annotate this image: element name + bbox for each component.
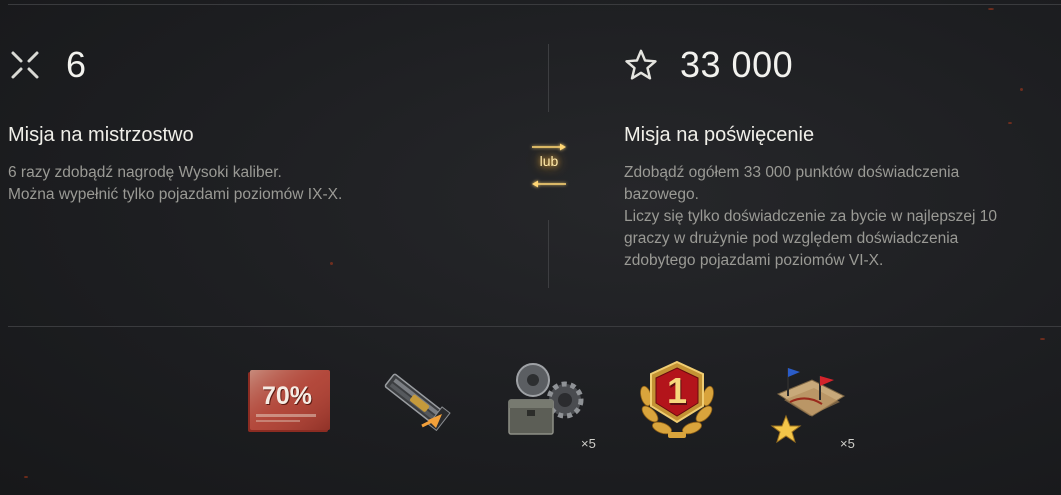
reward-rank-medal[interactable]: 1	[632, 356, 722, 446]
reward-discount-coupon[interactable]: 70%	[242, 356, 332, 446]
crossed-swords-icon	[8, 48, 42, 82]
battle-count-stat: 6	[8, 44, 87, 86]
mission-description: Zdobądź ogółem 33 000 punktów doświadcze…	[624, 162, 997, 272]
maps-flags-icon	[770, 368, 846, 444]
top-divider	[8, 4, 1061, 5]
discount-label: 70%	[262, 382, 313, 410]
ember-particle	[1008, 122, 1012, 124]
description-line: 6 razy zdobądź nagrodę Wysoki kaliber.	[8, 164, 282, 181]
ember-particle	[1020, 88, 1023, 91]
mission-description: 6 razy zdobądź nagrodę Wysoki kaliber. M…	[8, 162, 342, 206]
description-line: bazowego.	[624, 186, 699, 203]
xp-stat: 33 000	[624, 44, 793, 86]
rewards-row: 70% ×5 1 ×5	[0, 356, 1061, 451]
or-label: lub	[539, 153, 559, 169]
medal-rank-label: 1	[666, 370, 688, 411]
battle-count-value: 6	[66, 44, 87, 85]
star-outline-icon	[624, 48, 658, 82]
description-line: Liczy się tylko doświadczenie za bycie w…	[624, 208, 998, 225]
reward-quantity: ×5	[581, 436, 596, 451]
reward-battle-maps[interactable]: ×5	[766, 356, 856, 451]
mission-title: Misja na poświęcenie	[624, 124, 815, 146]
or-separator: lub	[524, 140, 574, 192]
description-line: zdobytego pojazdami poziomów VI-X.	[624, 252, 884, 269]
ember-particle	[24, 476, 28, 478]
ember-particle	[1040, 338, 1045, 340]
rammer-equipment-icon	[384, 373, 451, 432]
section-divider	[8, 326, 1061, 327]
reward-equipment-crate[interactable]: ×5	[503, 356, 596, 451]
description-line: graczy w drużynie pod względem doświadcz…	[624, 230, 959, 247]
reward-improved-rammer[interactable]	[370, 356, 460, 446]
description-line: Można wypełnić tylko pojazdami poziomów …	[8, 186, 343, 203]
description-line: Zdobądź ogółem 33 000 punktów doświadcze…	[624, 164, 960, 181]
xp-value: 33 000	[680, 44, 794, 85]
crate-gears-icon	[508, 363, 584, 435]
ember-particle	[330, 262, 333, 265]
ember-particle	[988, 8, 994, 10]
vertical-divider-top	[548, 44, 549, 112]
reward-quantity: ×5	[840, 436, 855, 451]
mission-title: Misja na mistrzostwo	[8, 124, 194, 146]
vertical-divider-bottom	[548, 220, 549, 288]
